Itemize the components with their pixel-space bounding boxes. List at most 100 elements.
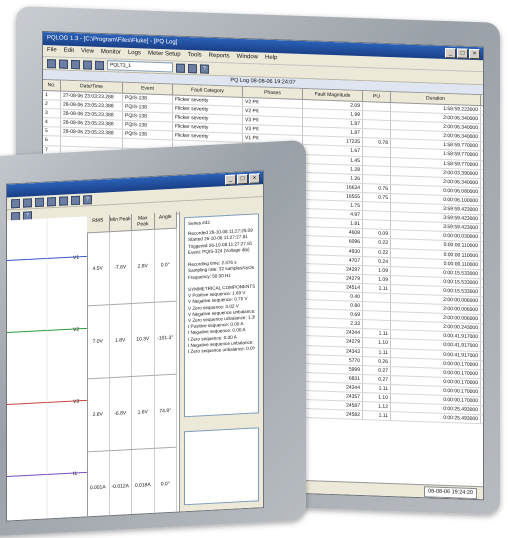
measurement-column-header[interactable]: RMS [87, 215, 110, 233]
zoom-icon[interactable] [188, 63, 197, 73]
chart-icon[interactable] [83, 59, 92, 70]
table-cell-pu [363, 165, 391, 175]
table-cell-pu [363, 302, 391, 312]
table-cell-pu: 0.22 [363, 247, 391, 257]
table-cell-no: 1 [43, 90, 61, 100]
table-cell-pu: 0.27 [363, 374, 391, 385]
measurement-rms: 2.8V [87, 378, 110, 452]
measurement-row: 7.0V 1.8V 10.3V -101.3° [87, 301, 177, 380]
table-cell-pu [363, 211, 391, 221]
table-cell-no: 2 [43, 100, 61, 109]
table-cell-pu: 1.12 [363, 402, 391, 412]
measurement-max: 2.8V [132, 229, 155, 303]
table-cell-no: 6 [43, 136, 61, 146]
menu-item[interactable]: Logs [128, 48, 141, 59]
minimize-icon[interactable]: _ [225, 174, 236, 186]
measurement-max: 1.6V [132, 375, 155, 449]
menu-item[interactable]: Monitor [101, 47, 121, 59]
measurement-min: -6.8V [109, 376, 132, 451]
table-cell-pu [363, 174, 391, 184]
column-header[interactable]: No. [43, 79, 61, 91]
column-header[interactable]: PU [363, 91, 391, 103]
measurement-ang: -101.3° [154, 301, 177, 375]
measurement-min: 1.8V [109, 303, 132, 378]
table-cell-pu: 0.26 [363, 356, 391, 366]
table-icon[interactable] [23, 197, 32, 208]
series-list[interactable] [184, 427, 259, 506]
maximize-icon[interactable]: □ [457, 48, 468, 59]
table-cell-pu: 0.23 [363, 238, 391, 248]
measurement-max: 0.018A [132, 448, 155, 522]
minimize-icon[interactable]: _ [445, 47, 456, 59]
menu-item[interactable]: Edit [64, 46, 74, 57]
column-header[interactable]: Phases [243, 86, 303, 100]
measurement-min: -0.012A [109, 449, 132, 522]
print-icon[interactable] [47, 196, 56, 206]
table-cell-pu: 1.09 [363, 274, 391, 284]
print-icon[interactable] [71, 59, 80, 69]
measurement-body: 4.5V -7.6V 2.8V 0.0° 7.0V 1.8V 10.3V -101.3° 2.8… [87, 228, 177, 522]
status-time: 08-08-06 19:24:20 [424, 486, 477, 500]
menu-item[interactable]: File [47, 45, 57, 56]
table-cell-pu: 0.75 [363, 193, 391, 203]
measurement-ang: 74.8° [154, 374, 177, 448]
table-cell-mag: 24582 [303, 409, 363, 420]
help-icon[interactable]: ? [200, 63, 209, 74]
save-icon[interactable] [35, 197, 44, 207]
column-header[interactable]: Fault Magnitude [303, 89, 363, 102]
table-cell-pu [363, 156, 391, 166]
menu-item[interactable]: Help [265, 53, 277, 64]
table-cell-pu: 0.27 [363, 365, 391, 375]
menu-item[interactable]: Tools [188, 50, 202, 61]
channel-label: I1 [73, 470, 78, 478]
measurement-column-header[interactable]: Angle [154, 211, 177, 229]
column-header[interactable]: Event [123, 82, 173, 95]
measurement-row: 0.001A -0.012A 0.018A 0.0° [87, 447, 177, 522]
table-cell-pu: 1.10 [363, 393, 391, 403]
save-icon[interactable] [59, 59, 68, 69]
close-icon[interactable]: × [469, 48, 480, 60]
table-cell-pu: 0.78 [363, 138, 391, 148]
menu-item[interactable]: Window [237, 52, 258, 64]
measurement-column-header[interactable]: Min Peak [109, 213, 132, 232]
table-cell-pu: 1.11 [363, 329, 391, 339]
menu-item[interactable]: Reports [209, 51, 230, 63]
measurement-rms: 4.5V [87, 232, 110, 306]
table-cell-pu [363, 220, 391, 230]
maximize-icon[interactable]: □ [237, 173, 248, 185]
measurement-max: 10.3V [132, 302, 155, 376]
channel-label: V3 [73, 398, 80, 406]
measurement-column-header[interactable]: Max Peak [132, 212, 155, 230]
menu-item[interactable]: Meter Setup [148, 49, 181, 61]
waveform-window: _ □ × ? ? V1 V2 V3 I1 RMS Min Peak Max P… [6, 170, 264, 522]
table-cell-pu [363, 202, 391, 212]
table-cell-pu [363, 129, 391, 139]
table-cell-pu [363, 147, 391, 157]
table-cell-pu [363, 293, 391, 303]
table-cell-no: 5 [43, 127, 61, 137]
filter-icon[interactable] [59, 195, 68, 206]
table-cell-pu [363, 102, 391, 112]
log-select[interactable]: PQLT3_1 [107, 60, 173, 73]
waveform-plot: V1 V2 V3 I1 [7, 216, 88, 521]
measurement-table: RMS Min Peak Max Peak Angle 4.5V -7.6V 2.8V 0.… [87, 211, 177, 522]
table-cell-pu [363, 120, 391, 130]
series-panel: Series #42 Recorded 26-10-08 11:27:25.09… [179, 207, 263, 512]
filter-icon[interactable] [176, 63, 185, 73]
table-cell-pu: 1.11 [363, 411, 391, 421]
table-cell-pu [363, 311, 391, 321]
front-monitor-bezel: _ □ × ? ? V1 V2 V3 I1 RMS Min Peak Max P… [0, 139, 306, 538]
close-icon[interactable]: × [249, 173, 260, 184]
zoom-icon[interactable] [71, 195, 80, 205]
chart-icon[interactable] [11, 198, 20, 208]
menu-item[interactable]: View [81, 46, 94, 57]
channel-label: V1 [73, 254, 80, 262]
table-icon[interactable] [95, 60, 104, 70]
open-icon[interactable] [47, 58, 56, 68]
help-icon[interactable]: ? [83, 194, 92, 205]
measurement-rms: 7.0V [87, 305, 110, 379]
table-cell-pu: 0.24 [363, 256, 391, 266]
table-cell-pu: 1.11 [363, 283, 391, 294]
channel-label: V2 [73, 326, 80, 334]
measurement-ang: 0.0° [154, 228, 177, 302]
